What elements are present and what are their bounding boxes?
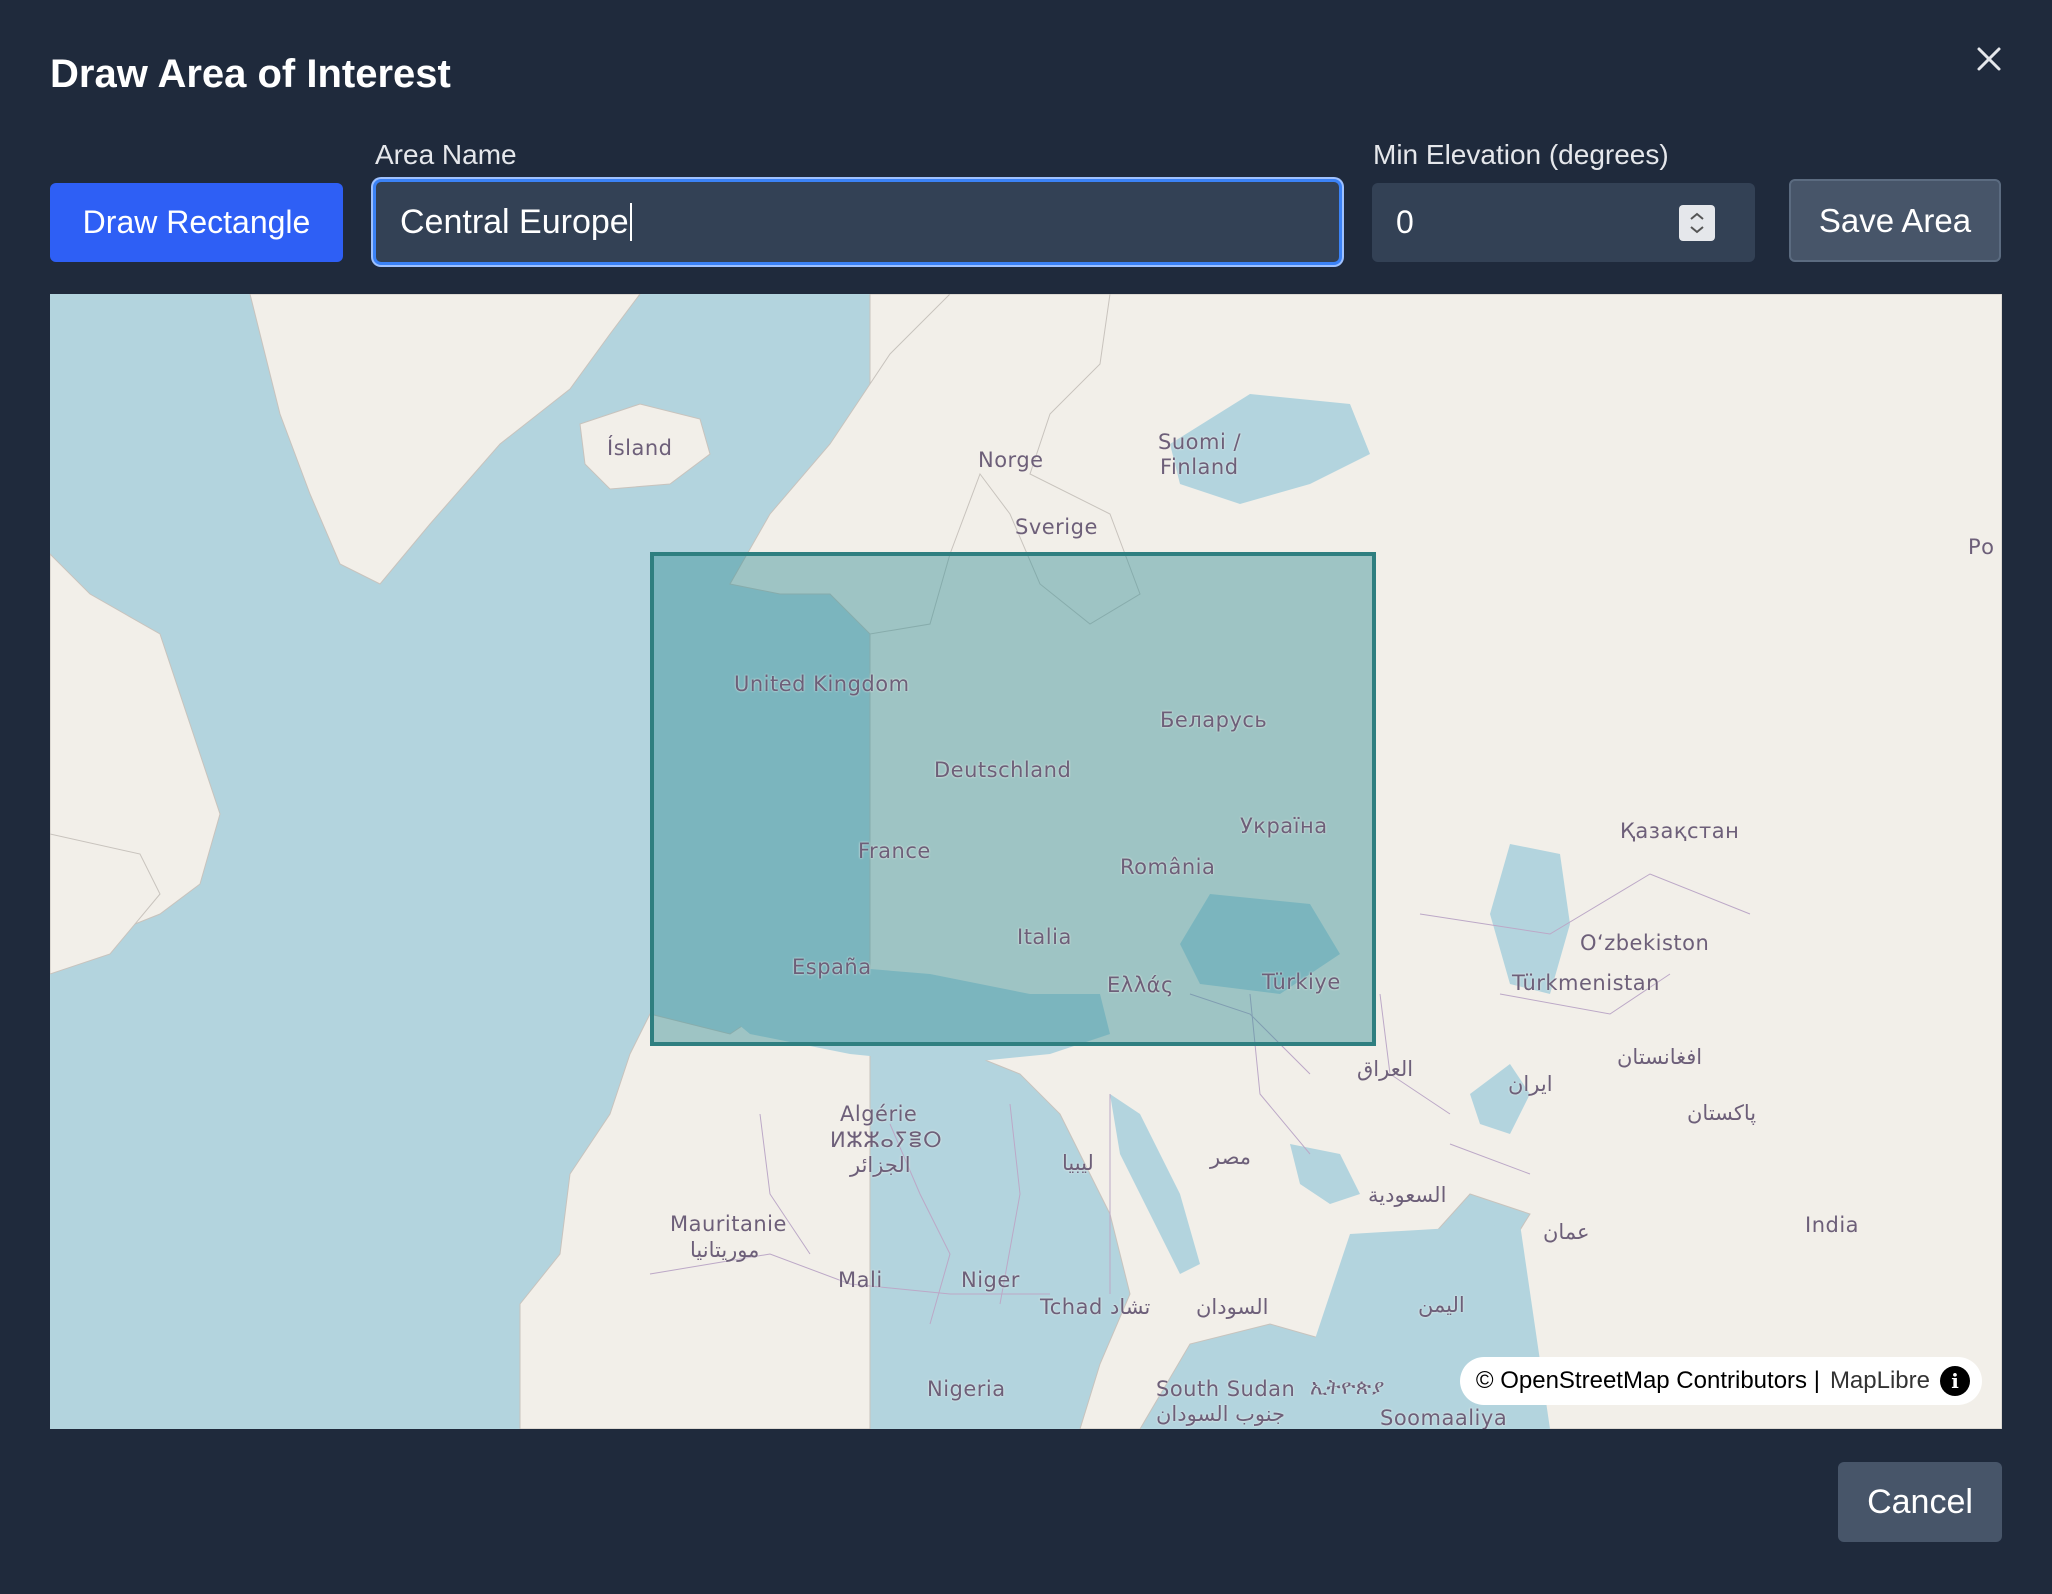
area-name-value: Central Europe bbox=[400, 202, 629, 241]
map-label: السعودية bbox=[1368, 1183, 1447, 1207]
map-label: United Kingdom bbox=[734, 672, 910, 696]
save-area-button[interactable]: Save Area bbox=[1789, 179, 2001, 262]
close-icon[interactable] bbox=[1972, 42, 2006, 76]
area-name-label: Area Name bbox=[375, 139, 517, 170]
area-name-input[interactable]: Central Europe bbox=[373, 179, 1342, 265]
map-label: Україна bbox=[1240, 814, 1328, 838]
map-canvas[interactable]: Ísland Norge Suomi / Finland Sverige Ро … bbox=[50, 294, 2002, 1429]
map-label: پاکستان bbox=[1687, 1101, 1757, 1125]
map-label: Mauritanie bbox=[670, 1212, 787, 1236]
map-label: India bbox=[1805, 1213, 1860, 1237]
map-label: Norge bbox=[978, 448, 1044, 472]
map-label: Soomaaliya bbox=[1380, 1406, 1508, 1429]
map-label: Türkiye bbox=[1262, 970, 1341, 994]
min-elevation-label: Min Elevation (degrees) bbox=[1373, 139, 1669, 170]
map-label: Algérie bbox=[840, 1102, 918, 1126]
map-label: ایران bbox=[1508, 1072, 1553, 1096]
map-label: جنوب السودان bbox=[1156, 1402, 1286, 1426]
map-label: ኢትዮጵያ bbox=[1310, 1375, 1385, 1399]
attribution-text: © OpenStreetMap Contributors | bbox=[1475, 1367, 1820, 1394]
map-label: România bbox=[1120, 855, 1216, 879]
map-label: Finland bbox=[1160, 455, 1239, 479]
stepper-icon[interactable] bbox=[1679, 205, 1715, 241]
map-label: Mali bbox=[838, 1268, 883, 1292]
map-label: عمان bbox=[1543, 1220, 1590, 1244]
map-label: اليمن bbox=[1418, 1293, 1465, 1317]
map-label: Қазақстан bbox=[1620, 819, 1740, 843]
min-elevation-input[interactable]: 0 bbox=[1372, 183, 1755, 262]
text-caret bbox=[629, 203, 632, 241]
dialog: Draw Area of Interest Draw Rectangle Are… bbox=[0, 0, 2052, 1594]
cancel-button[interactable]: Cancel bbox=[1838, 1462, 2002, 1542]
map-label: France bbox=[858, 839, 931, 863]
maplibre-link[interactable]: MapLibre bbox=[1830, 1367, 1930, 1395]
map-label: ليبيا bbox=[1062, 1151, 1094, 1175]
map-label: افغانستان bbox=[1617, 1045, 1703, 1069]
map-label: مصر bbox=[1210, 1145, 1252, 1169]
map-label: Türkmenistan bbox=[1512, 971, 1660, 995]
map-label: السودان bbox=[1196, 1295, 1269, 1319]
map-label: España bbox=[792, 955, 872, 979]
map-label: Suomi / bbox=[1158, 430, 1242, 454]
map-label: الجزائر bbox=[850, 1153, 911, 1177]
map-label: موريتانيا bbox=[690, 1238, 760, 1262]
map-label: Deutschland bbox=[934, 758, 1072, 782]
map-label: Беларусь bbox=[1160, 708, 1268, 732]
map-label: Nigeria bbox=[927, 1377, 1006, 1401]
map-label: Ελλάς bbox=[1107, 973, 1174, 997]
map-label: Italia bbox=[1017, 925, 1072, 949]
map-label: Oʻzbekiston bbox=[1580, 931, 1710, 955]
map-label: Ро bbox=[1968, 535, 1995, 559]
min-elevation-value: 0 bbox=[1396, 204, 1414, 240]
map-label: ⵍⵣⵣⴰⵢⴻⵔ bbox=[830, 1128, 943, 1152]
map-attribution: © OpenStreetMap Contributors | MapLibre … bbox=[1459, 1357, 1982, 1405]
map-label: العراق bbox=[1357, 1057, 1414, 1081]
map-label: Ísland bbox=[607, 436, 673, 460]
map-label: South Sudan bbox=[1156, 1377, 1296, 1401]
map-label: Tchad تشاد bbox=[1040, 1295, 1151, 1319]
map-label: Sverige bbox=[1015, 515, 1098, 539]
draw-rectangle-button[interactable]: Draw Rectangle bbox=[50, 183, 343, 262]
dialog-title: Draw Area of Interest bbox=[50, 52, 451, 96]
info-icon[interactable]: i bbox=[1940, 1366, 1970, 1396]
map-label: Niger bbox=[961, 1268, 1020, 1292]
